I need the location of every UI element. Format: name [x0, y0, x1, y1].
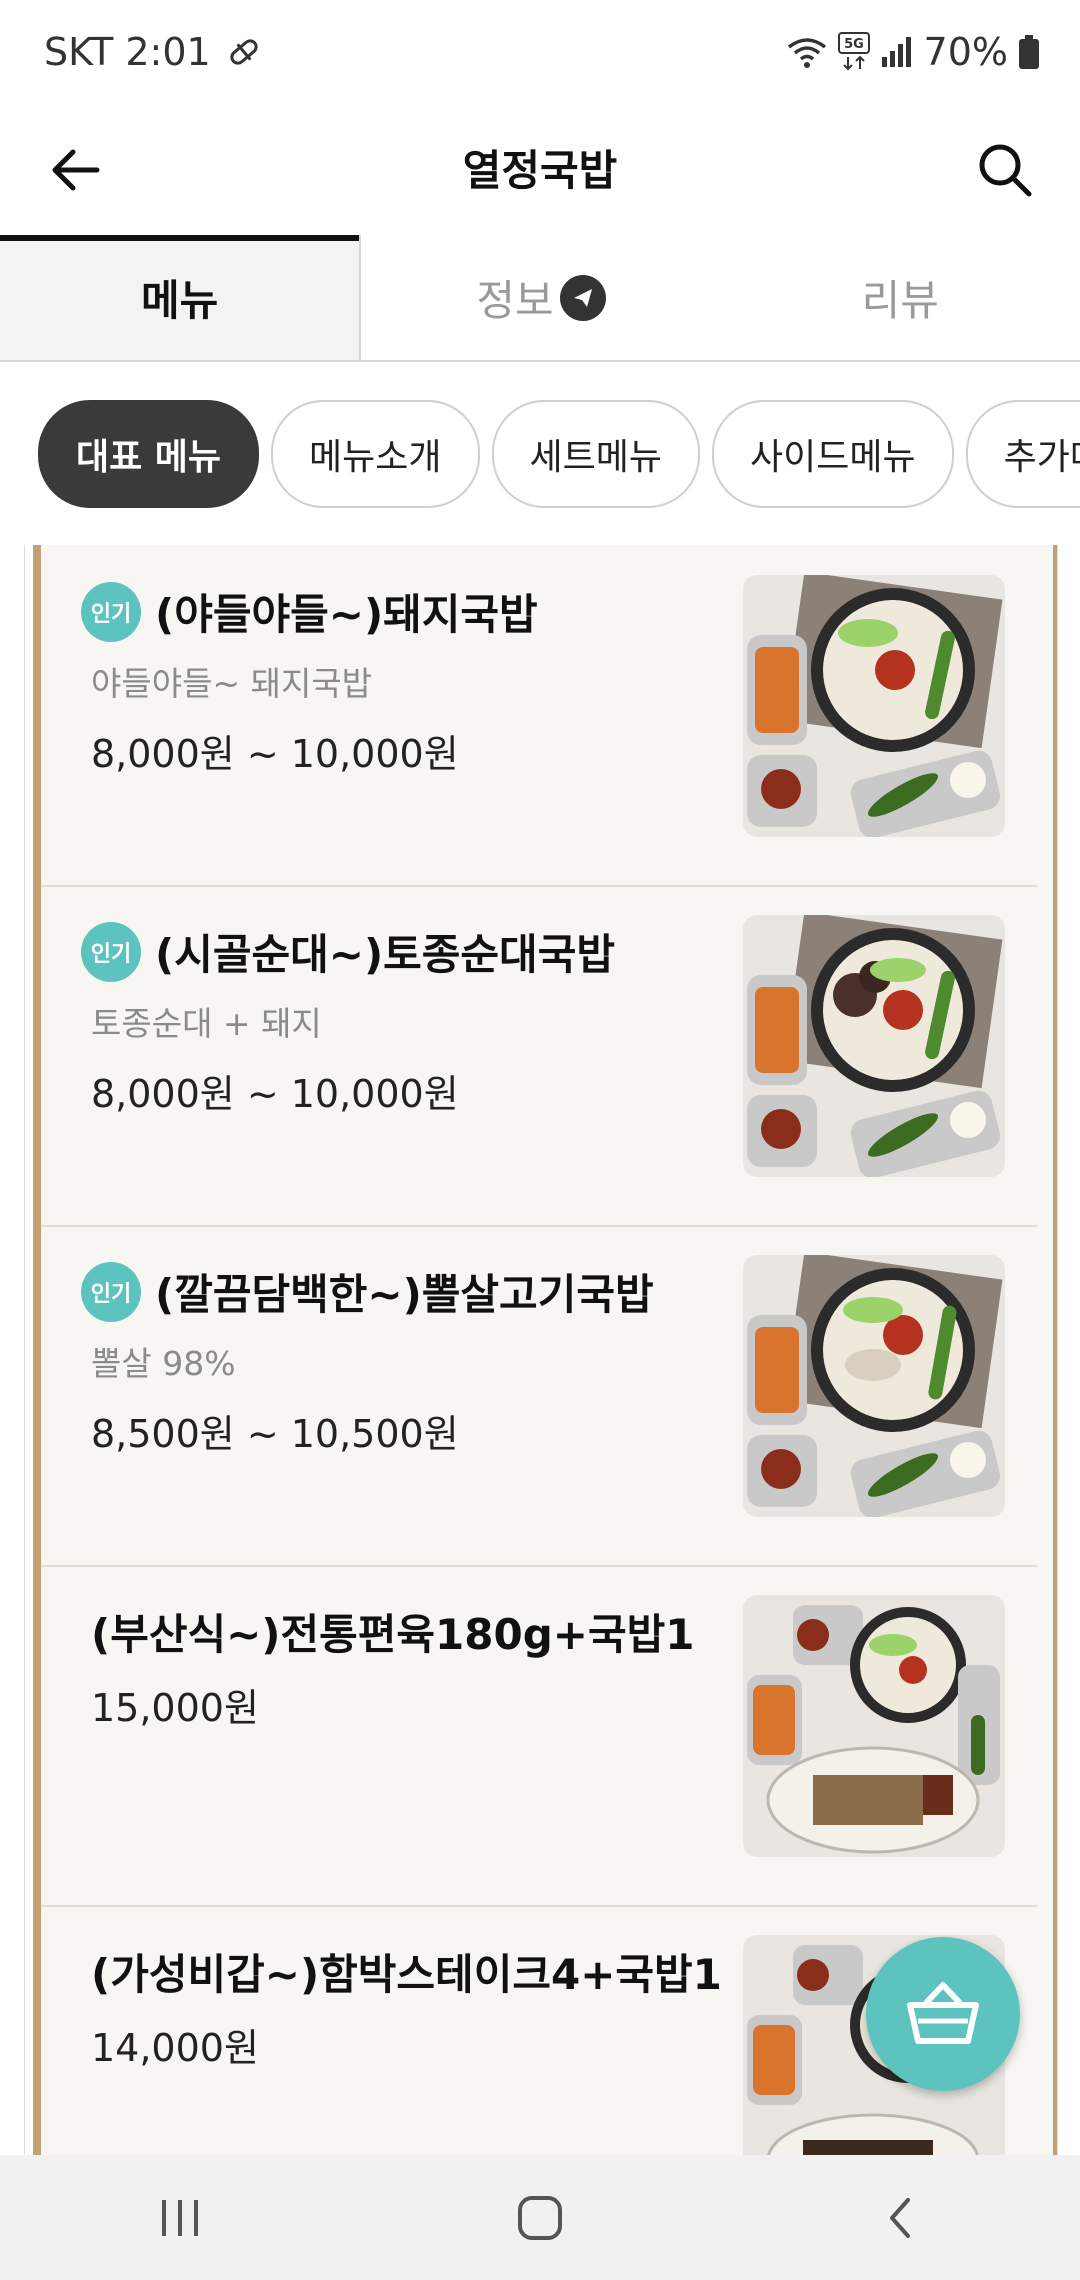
tab-info-label: 정보 — [476, 276, 554, 325]
tab-info[interactable]: 정보 — [361, 235, 720, 360]
menu-item-name: (가성비갑~)함박스테이크4+국밥1 — [91, 1950, 722, 1999]
status-right: 5G 70% — [786, 30, 1040, 74]
tab-review[interactable]: 리뷰 — [721, 235, 1080, 360]
nav-back-button[interactable] — [840, 2168, 960, 2268]
status-left: SKT 2:01 — [44, 30, 261, 74]
menu-item-name: (부산식~)전통편육180g+국밥1 — [91, 1610, 695, 1659]
menu-item-name: (야들야들~)돼지국밥 — [155, 590, 538, 639]
wifi-icon — [786, 35, 828, 69]
menu-item[interactable]: 인기 (깔끔담백한~)뽈살고기국밥 뽈살 98% 8,500원 ~ 10,500… — [41, 1225, 1037, 1567]
search-button[interactable] — [970, 135, 1040, 205]
category-chips: 대표 메뉴 메뉴소개 세트메뉴 사이드메뉴 추가메뉴 — [0, 360, 1080, 545]
system-nav-bar — [0, 2155, 1080, 2280]
menu-item-name: (시골순대~)토종순대국밥 — [155, 930, 615, 979]
menu-item[interactable]: 인기 (야들야들~)돼지국밥 야들야들~ 돼지국밥 8,000원 ~ 10,00… — [41, 545, 1037, 887]
battery-percent: 70% — [923, 30, 1008, 74]
tab-review-label: 리뷰 — [861, 276, 939, 325]
menu-item-photo — [743, 915, 1005, 1177]
menu-item-price: 8,000원 ~ 10,000원 — [91, 1072, 459, 1116]
search-icon — [979, 144, 1032, 197]
chip-extra-menu[interactable]: 추가메뉴 — [965, 400, 1080, 508]
nav-back-icon — [890, 2197, 910, 2238]
menu-item-photo — [743, 1255, 1005, 1517]
menu-item-title: (부산식~)전통편육180g+국밥1 — [91, 1601, 695, 1662]
menu-item-photo — [743, 575, 1005, 837]
menu-item-description: 야들야들~ 돼지국밥 — [91, 664, 373, 703]
menu-item-title: 인기 (시골순대~)토종순대국밥 — [81, 921, 615, 982]
chip-set-menu[interactable]: 세트메뉴 — [491, 400, 700, 508]
tab-menu[interactable]: 메뉴 — [0, 235, 362, 360]
cart-button[interactable] — [866, 1937, 1020, 2091]
carrier-time: SKT 2:01 — [44, 30, 211, 74]
menu-item-price: 8,000원 ~ 10,000원 — [91, 732, 459, 776]
menu-frame: 인기 (야들야들~)돼지국밥 야들야들~ 돼지국밥 8,000원 ~ 10,00… — [33, 545, 1057, 2155]
info-badge-icon — [559, 274, 606, 321]
popular-badge: 인기 — [81, 921, 141, 982]
menu-item-photo — [743, 1595, 1005, 1857]
tab-bar: 메뉴 정보 리뷰 — [0, 235, 1080, 362]
chip-signature-menu[interactable]: 대표 메뉴 — [38, 400, 260, 508]
menu-item-title: (가성비갑~)함박스테이크4+국밥1 — [91, 1941, 722, 2002]
battery-icon — [1018, 34, 1040, 70]
menu-item-description: 뽈살 98% — [91, 1344, 236, 1383]
menu-item-price: 15,000원 — [91, 1686, 259, 1730]
page-title: 열정국밥 — [462, 146, 618, 195]
menu-item-title: 인기 (깔끔담백한~)뽈살고기국밥 — [81, 1261, 654, 1322]
home-button[interactable] — [480, 2168, 600, 2268]
signal-icon — [880, 35, 914, 69]
svg-text:5G: 5G — [844, 37, 864, 52]
chip-side-menu[interactable]: 사이드메뉴 — [711, 400, 954, 508]
menu-item-price: 14,000원 — [91, 2026, 259, 2070]
app-bar: 열정국밥 — [0, 105, 1080, 235]
tab-menu-label: 메뉴 — [141, 276, 219, 325]
chip-menu-intro[interactable]: 메뉴소개 — [271, 400, 480, 508]
status-bar: SKT 2:01 5G 70% — [0, 0, 1080, 105]
home-icon — [518, 2195, 562, 2240]
popular-badge: 인기 — [81, 1261, 141, 1322]
menu-item-price: 8,500원 ~ 10,500원 — [91, 1412, 459, 1456]
popular-badge: 인기 — [81, 581, 141, 642]
recents-button[interactable] — [120, 2168, 240, 2268]
5g-icon: 5G — [837, 32, 870, 72]
menu-item-name: (깔끔담백한~)뽈살고기국밥 — [155, 1270, 654, 1319]
menu-list[interactable]: 인기 (야들야들~)돼지국밥 야들야들~ 돼지국밥 8,000원 ~ 10,00… — [24, 545, 1058, 2155]
recents-icon — [162, 2199, 198, 2236]
menu-item[interactable]: (부산식~)전통편육180g+국밥1 15,000원 — [41, 1565, 1037, 1907]
menu-item[interactable]: 인기 (시골순대~)토종순대국밥 토종순대 + 돼지 8,000원 ~ 10,0… — [41, 885, 1037, 1227]
menu-item-title: 인기 (야들야들~)돼지국밥 — [81, 581, 538, 642]
menu-item-description: 토종순대 + 돼지 — [91, 1004, 322, 1043]
pill-icon — [227, 35, 261, 69]
cart-icon — [907, 1982, 979, 2044]
